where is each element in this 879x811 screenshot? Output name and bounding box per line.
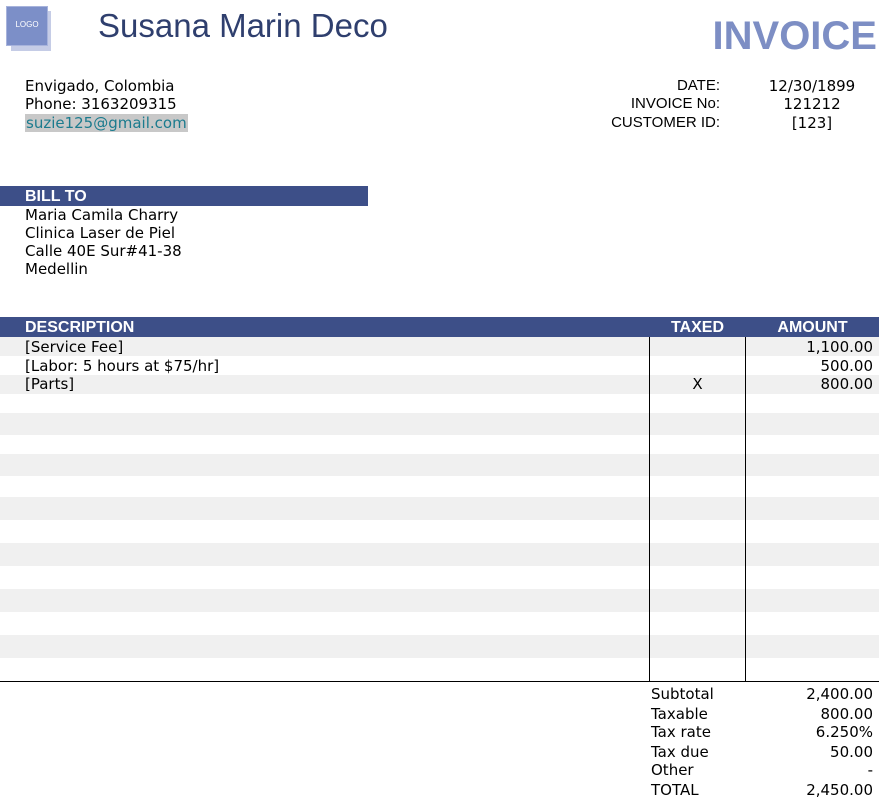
row-stripe — [0, 454, 879, 476]
total-label: TOTAL — [651, 781, 699, 799]
tax-rate-label: Tax rate — [651, 723, 711, 741]
date-label: DATE: — [676, 77, 720, 94]
total-value: 2,450.00 — [806, 781, 873, 799]
bill-to-company: Clinica Laser de Piel — [25, 224, 176, 242]
item-amount: 800.00 — [820, 375, 874, 393]
row-stripe — [0, 497, 879, 520]
item-description: [Service Fee] — [25, 338, 124, 356]
taxable-label: Taxable — [651, 705, 708, 723]
item-amount: 1,100.00 — [806, 338, 873, 356]
invoice-number-value: 121212 — [783, 95, 841, 113]
bill-to-heading: BILL TO — [25, 188, 87, 205]
sender-phone: Phone: 3163209315 — [25, 95, 177, 113]
row-stripe — [0, 337, 879, 356]
other-value: - — [867, 761, 873, 779]
col-amount: AMOUNT — [777, 319, 848, 336]
taxed-column-right-border — [745, 337, 746, 682]
col-taxed: TAXED — [670, 319, 725, 336]
bill-to-header: BILL TO — [0, 186, 368, 206]
col-description: DESCRIPTION — [25, 319, 135, 336]
tax-due-value: 50.00 — [830, 743, 873, 761]
item-taxed: X — [692, 375, 703, 393]
other-label: Other — [651, 761, 694, 779]
subtotal-label: Subtotal — [651, 685, 714, 703]
sender-email[interactable]: suzie125@gmail.com — [25, 114, 188, 132]
company-name: Susana Marin Deco — [98, 7, 388, 44]
customer-id-label: CUSTOMER ID: — [611, 114, 720, 131]
taxable-value: 800.00 — [820, 705, 874, 723]
row-stripe — [0, 413, 879, 435]
date-value: 12/30/1899 — [768, 77, 856, 95]
tax-due-label: Tax due — [651, 743, 709, 761]
row-stripe — [0, 375, 879, 394]
sender-email-wrap: suzie125@gmail.com — [25, 114, 188, 132]
table-bottom-border — [0, 681, 879, 682]
row-stripe — [0, 543, 879, 566]
row-stripe — [0, 635, 879, 658]
invoice-title: INVOICE — [712, 14, 877, 58]
item-description: [Labor: 5 hours at $75/hr] — [25, 357, 220, 375]
bill-to-street: Calle 40E Sur#41-38 — [25, 242, 182, 260]
customer-id-value: [123] — [791, 114, 833, 132]
invoice-number-label: INVOICE No: — [630, 95, 720, 112]
item-amount: 500.00 — [820, 357, 874, 375]
bill-to-city: Medellin — [25, 260, 88, 278]
tax-rate-value: 6.250% — [815, 723, 873, 741]
item-description: [Parts] — [25, 375, 75, 393]
company-logo: LOGO — [6, 6, 48, 46]
subtotal-value: 2,400.00 — [806, 685, 873, 703]
table-header: DESCRIPTION TAXED AMOUNT — [0, 317, 879, 337]
sender-city: Envigado, Colombia — [25, 77, 175, 95]
row-stripe — [0, 589, 879, 612]
bill-to-name: Maria Camila Charry — [25, 206, 179, 224]
